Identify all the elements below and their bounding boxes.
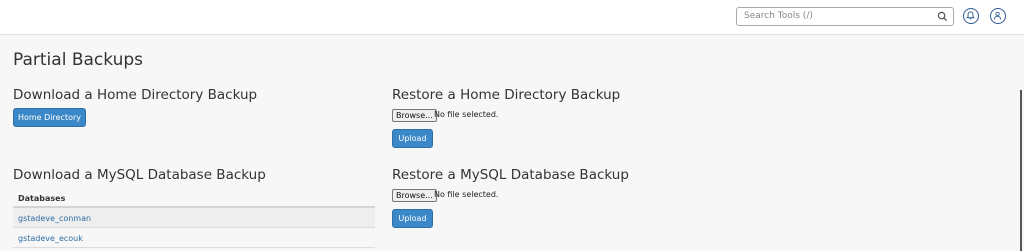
home-file-status: No file selected. — [434, 110, 499, 119]
mysql-file-status: No file selected. — [434, 190, 499, 199]
home-download-title: Download a Home Directory Backup — [13, 87, 258, 103]
user-menu-button[interactable] — [990, 8, 1006, 24]
user-icon — [993, 11, 1002, 20]
database-link[interactable]: gstadeve_conman — [18, 214, 91, 223]
page-title: Partial Backups — [13, 50, 143, 70]
table-row: gstadeve_conman — [13, 208, 375, 228]
bell-icon — [966, 11, 975, 20]
mysql-restore-title: Restore a MySQL Database Backup — [392, 167, 629, 183]
database-link[interactable]: gstadeve_ecouk — [18, 234, 83, 243]
page-scrollbar[interactable] — [1020, 90, 1022, 251]
notifications-button[interactable] — [963, 8, 979, 24]
mysql-upload-button[interactable]: Upload — [392, 209, 433, 228]
home-upload-button[interactable]: Upload — [392, 129, 433, 148]
table-row: gstadeve_ecouk — [13, 228, 375, 248]
search-tools-input[interactable]: Search Tools (/) — [736, 7, 954, 26]
mysql-browse-button[interactable]: Browse... — [392, 189, 437, 202]
home-directory-button[interactable]: Home Directory — [13, 108, 86, 127]
home-browse-button[interactable]: Browse... — [392, 109, 437, 122]
home-restore-title: Restore a Home Directory Backup — [392, 87, 621, 103]
top-bar: Search Tools (/) — [0, 0, 1024, 35]
mysql-download-title: Download a MySQL Database Backup — [13, 167, 266, 183]
databases-column-header: Databases — [13, 189, 375, 208]
databases-table: Databases gstadeve_conman gstadeve_ecouk — [13, 189, 375, 248]
search-placeholder: Search Tools (/) — [744, 11, 813, 21]
search-icon[interactable] — [937, 11, 948, 22]
